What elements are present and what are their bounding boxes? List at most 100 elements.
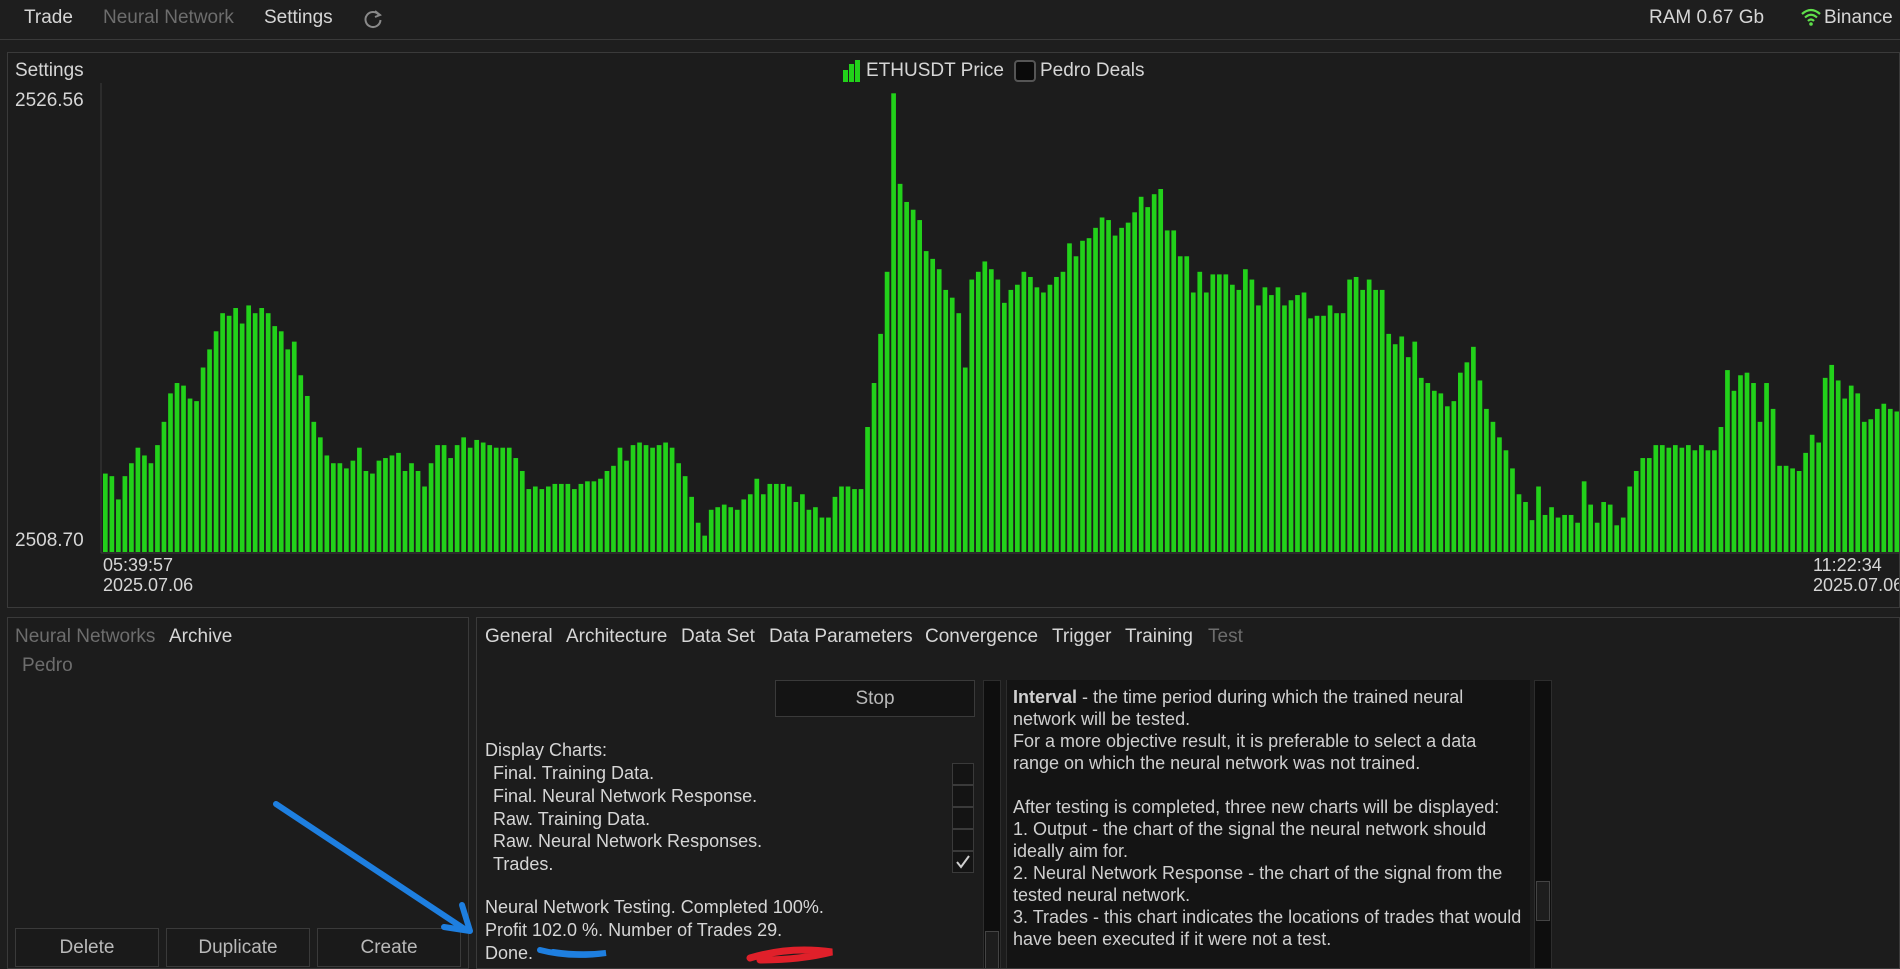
price-bar xyxy=(1132,212,1137,553)
price-bar xyxy=(1438,393,1444,552)
price-bar xyxy=(1216,274,1222,552)
checkbox-trades[interactable] xyxy=(952,851,974,873)
price-bar xyxy=(1444,406,1450,552)
price-bar xyxy=(513,458,519,552)
price-bar xyxy=(435,445,440,552)
create-button[interactable]: Create xyxy=(317,928,461,967)
settings-scrollbar-thumb[interactable] xyxy=(985,931,999,968)
price-bar xyxy=(337,463,343,552)
price-bar xyxy=(1692,450,1698,552)
x-start-time: 05:39:57 xyxy=(103,555,174,575)
delete-button[interactable]: Delete xyxy=(15,928,159,967)
help-item-3: 3. Trades - this chart indicates the loc… xyxy=(1013,907,1527,949)
tab-general[interactable]: General xyxy=(485,626,553,648)
help-item-2: 2. Neural Network Response - the chart o… xyxy=(1013,863,1508,905)
price-bar xyxy=(923,251,929,553)
price-bar xyxy=(1093,227,1098,552)
price-bar xyxy=(1581,481,1587,552)
menu-settings[interactable]: Settings xyxy=(264,7,333,29)
price-bar xyxy=(539,489,545,552)
price-bar xyxy=(1874,408,1880,552)
price-bar xyxy=(962,367,968,552)
price-bar xyxy=(995,279,1001,552)
price-bar xyxy=(142,455,147,552)
price-bar xyxy=(1848,385,1854,552)
price-bar xyxy=(1477,380,1483,552)
price-bar xyxy=(1620,517,1626,552)
tab-architecture[interactable]: Architecture xyxy=(566,626,667,648)
x-end-date: 2025.07.06 xyxy=(1813,575,1900,595)
price-bar xyxy=(721,504,727,552)
tab-data-parameters[interactable]: Data Parameters xyxy=(769,626,913,648)
price-bar-chart[interactable] xyxy=(8,53,1900,608)
price-bar xyxy=(1099,217,1105,553)
price-bar xyxy=(1568,514,1574,552)
price-bar xyxy=(246,305,252,552)
price-bar xyxy=(1275,287,1281,552)
price-bar xyxy=(1659,445,1665,552)
settings-scrollbar[interactable] xyxy=(983,680,1001,968)
help-scrollbar[interactable] xyxy=(1534,680,1552,968)
price-bar xyxy=(1230,284,1235,552)
menu-trade[interactable]: Trade xyxy=(24,7,73,29)
price-bar xyxy=(1764,383,1769,552)
x-axis-start-label: 05:39:57 2025.07.06 xyxy=(103,555,193,595)
checkbox-label-final-response: Final. Neural Network Response. xyxy=(493,786,758,806)
price-bar xyxy=(1353,276,1359,552)
price-bar xyxy=(1672,445,1678,552)
price-bar xyxy=(135,447,141,552)
price-bar xyxy=(1738,375,1743,552)
wifi-icon xyxy=(1801,8,1821,26)
tab-training[interactable]: Training xyxy=(1125,626,1193,648)
price-bar xyxy=(845,486,851,552)
checkbox-raw-responses[interactable] xyxy=(952,829,974,851)
network-list-item[interactable]: Pedro xyxy=(22,655,73,677)
tab-convergence[interactable]: Convergence xyxy=(925,626,1038,648)
refresh-icon[interactable] xyxy=(361,7,385,31)
checkbox-label-raw-training: Raw. Training Data. xyxy=(493,809,651,829)
price-bar xyxy=(1503,450,1509,552)
price-bar xyxy=(1653,445,1659,552)
price-bar xyxy=(1516,494,1522,552)
price-bar xyxy=(1002,302,1007,552)
stop-button[interactable]: Stop xyxy=(775,680,975,717)
price-bar xyxy=(1783,465,1789,552)
price-bar xyxy=(891,93,896,552)
price-bar xyxy=(1686,445,1691,552)
checkbox-final-training[interactable] xyxy=(952,763,974,785)
price-bar xyxy=(1262,287,1268,552)
price-bar xyxy=(1757,421,1763,552)
price-bar xyxy=(1184,256,1190,552)
price-bar xyxy=(383,458,388,552)
checkbox-final-response[interactable] xyxy=(952,785,974,807)
tab-archive[interactable]: Archive xyxy=(169,626,232,648)
price-bar xyxy=(103,473,108,552)
price-bar xyxy=(1067,243,1072,552)
price-bar xyxy=(1705,450,1711,552)
price-bar xyxy=(428,463,434,552)
price-bar xyxy=(1308,318,1313,552)
price-bar xyxy=(1803,452,1808,552)
help-scrollbar-thumb[interactable] xyxy=(1536,881,1550,921)
price-bar xyxy=(272,326,278,552)
price-bar xyxy=(116,499,121,552)
price-bar xyxy=(878,333,883,552)
tab-test[interactable]: Test xyxy=(1208,626,1243,648)
price-bar xyxy=(1431,390,1437,552)
price-bar xyxy=(1405,357,1411,552)
price-bar xyxy=(1119,227,1124,552)
price-bar xyxy=(1399,336,1405,552)
tab-neural-networks[interactable]: Neural Networks xyxy=(15,626,155,648)
price-bar xyxy=(760,494,766,552)
price-bar xyxy=(1282,305,1287,552)
duplicate-button[interactable]: Duplicate xyxy=(166,928,310,967)
price-bar xyxy=(910,209,916,552)
price-bar xyxy=(1887,408,1893,552)
price-bar xyxy=(487,445,493,552)
tab-data-set[interactable]: Data Set xyxy=(681,626,755,648)
checkbox-raw-training[interactable] xyxy=(952,807,974,829)
price-bar xyxy=(291,341,297,552)
tab-trigger[interactable]: Trigger xyxy=(1052,626,1111,648)
price-bar xyxy=(773,483,779,552)
menu-neural-network[interactable]: Neural Network xyxy=(103,7,234,29)
